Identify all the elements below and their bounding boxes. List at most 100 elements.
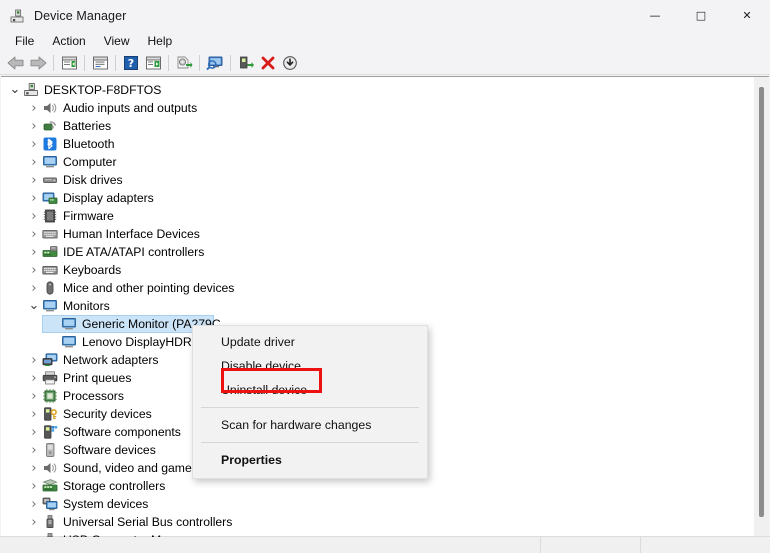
chevron-right-icon[interactable]: › — [26, 171, 42, 189]
context-menu-item-update-driver[interactable]: Update driver — [193, 330, 427, 354]
toolbar-separator — [53, 54, 54, 71]
forward-arrow-icon[interactable] — [27, 52, 49, 74]
tree-row[interactable]: › Batteries — [1, 117, 753, 135]
context-menu[interactable]: Update driver Disable device Uninstall dev… — [192, 325, 428, 479]
chevron-down-icon[interactable]: ⌄ — [7, 81, 23, 99]
tree-row[interactable]: › Display adapters — [1, 189, 753, 207]
speaker-icon — [42, 460, 58, 476]
chevron-right-icon[interactable]: › — [26, 531, 42, 538]
status-segment-three — [640, 537, 770, 553]
vertical-scrollbar[interactable] — [754, 77, 769, 536]
menu-action[interactable]: Action — [43, 32, 94, 50]
tree-row[interactable]: › Keyboards — [1, 261, 753, 279]
context-menu-separator — [201, 442, 419, 443]
chevron-right-icon[interactable]: › — [26, 513, 42, 531]
printer-icon — [42, 370, 58, 386]
chevron-right-icon[interactable]: › — [26, 459, 42, 477]
context-menu-item-properties[interactable]: Properties — [193, 448, 427, 472]
tree-row[interactable]: › Universal Serial Bus controllers — [1, 513, 753, 531]
chevron-right-icon[interactable]: › — [26, 441, 42, 459]
chevron-down-icon[interactable]: ⌄ — [26, 297, 42, 315]
tree-row[interactable]: › Bluetooth — [1, 135, 753, 153]
tree-item-label: Network adapters — [63, 353, 159, 367]
tree-item-label: Security devices — [63, 407, 152, 421]
maximize-button[interactable]: □ — [678, 0, 724, 31]
update-driver-icon[interactable] — [173, 52, 195, 74]
tree-item-label: Software components — [63, 425, 181, 439]
chevron-right-icon[interactable]: › — [26, 387, 42, 405]
chevron-right-icon[interactable]: › — [26, 207, 42, 225]
device-manager-icon — [9, 8, 25, 24]
chevron-right-icon[interactable]: › — [26, 405, 42, 423]
usb-icon — [42, 514, 58, 530]
menu-view[interactable]: View — [95, 32, 139, 50]
tree-row[interactable]: › Audio inputs and outputs — [1, 99, 753, 117]
tree-row[interactable]: › Human Interface Devices — [1, 225, 753, 243]
view-devices-icon[interactable] — [142, 52, 164, 74]
chip-icon — [42, 208, 58, 224]
bluetooth-icon — [42, 136, 58, 152]
scrollbar-thumb[interactable] — [759, 87, 764, 517]
chevron-right-icon[interactable]: › — [26, 495, 42, 513]
tree-row[interactable]: › Computer — [1, 153, 753, 171]
tree-item-label: Display adapters — [63, 191, 154, 205]
chevron-right-icon[interactable]: › — [26, 117, 42, 135]
hid-icon — [42, 226, 58, 242]
tree-item-label: USB Connector Managers — [63, 531, 205, 537]
tree-row[interactable]: ⌄ Monitors — [1, 297, 753, 315]
tree-item-label: Lenovo DisplayHDR — [82, 335, 192, 349]
chevron-right-icon[interactable]: › — [26, 225, 42, 243]
chevron-right-icon[interactable]: › — [26, 135, 42, 153]
tree-row[interactable]: › Storage controllers — [1, 477, 753, 495]
toolbar-separator — [230, 54, 231, 71]
tree-item-label: Keyboards — [63, 263, 122, 277]
context-menu-item-scan-for-hardware-changes[interactable]: Scan for hardware changes — [193, 413, 427, 437]
chevron-right-icon[interactable]: › — [26, 477, 42, 495]
chevron-right-icon[interactable]: › — [26, 279, 42, 297]
chevron-right-icon[interactable]: › — [26, 153, 42, 171]
chevron-right-icon[interactable]: › — [26, 369, 42, 387]
menu-bar: File Action View Help — [0, 31, 770, 51]
tree-row[interactable]: › Disk drives — [1, 171, 753, 189]
disable-device-icon[interactable] — [279, 52, 301, 74]
menu-file[interactable]: File — [6, 32, 43, 50]
tree-item-label: Universal Serial Bus controllers — [63, 515, 233, 529]
tree-item-label: Mice and other pointing devices — [63, 281, 235, 295]
uninstall-device-icon[interactable] — [257, 52, 279, 74]
show-hidden-devices-icon[interactable] — [58, 52, 80, 74]
close-button[interactable]: ✕ — [724, 0, 770, 31]
minimize-button[interactable]: — — [632, 0, 678, 31]
chevron-right-icon[interactable]: › — [26, 261, 42, 279]
back-arrow-icon[interactable] — [5, 52, 27, 74]
tree-row[interactable]: › Mice and other pointing devices — [1, 279, 753, 297]
tree-item-label: Monitors — [63, 299, 110, 313]
tree-item-label: Bluetooth — [63, 137, 115, 151]
tree-item-label: Disk drives — [63, 173, 123, 187]
status-bar — [0, 536, 770, 553]
tree-item-label: Processors — [63, 389, 124, 403]
tree-row[interactable]: › System devices — [1, 495, 753, 513]
enable-device-icon[interactable] — [235, 52, 257, 74]
chevron-right-icon[interactable]: › — [26, 423, 42, 441]
usb-icon — [42, 532, 58, 537]
properties-icon[interactable] — [89, 52, 111, 74]
tree-item-label: Computer — [63, 155, 117, 169]
system-device-icon — [42, 496, 58, 512]
chevron-right-icon[interactable]: › — [26, 99, 42, 117]
context-menu-item-uninstall-device[interactable]: Uninstall device — [193, 378, 427, 402]
tree-item-label: Storage controllers — [63, 479, 166, 493]
chevron-right-icon[interactable]: › — [26, 351, 42, 369]
title-bar: Device Manager — □ ✕ — [0, 0, 770, 31]
context-menu-item-disable-device[interactable]: Disable device — [193, 354, 427, 378]
chevron-right-icon[interactable]: › — [26, 189, 42, 207]
tree-root-row[interactable]: ⌄ DESKTOP-F8DFTOS — [1, 81, 753, 99]
tree-row[interactable]: › IDE ATA/ATAPI controllers — [1, 243, 753, 261]
chevron-right-icon[interactable]: › — [26, 243, 42, 261]
scan-hardware-changes-icon[interactable] — [204, 52, 226, 74]
window-title: Device Manager — [34, 8, 127, 23]
tree-row[interactable]: › Firmware — [1, 207, 753, 225]
tree-item-label: DESKTOP-F8DFTOS — [44, 83, 162, 97]
help-icon[interactable]: ? — [120, 52, 142, 74]
menu-help[interactable]: Help — [139, 32, 182, 50]
